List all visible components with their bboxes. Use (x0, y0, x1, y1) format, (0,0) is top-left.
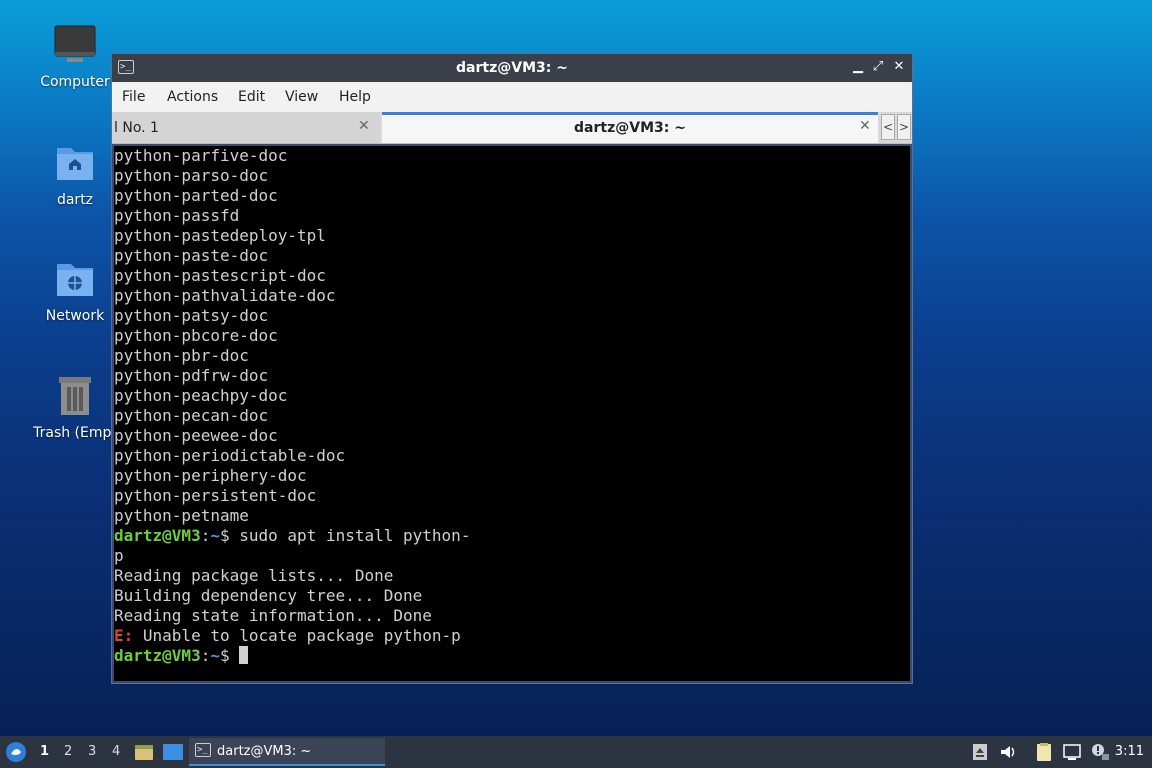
tab-label: dartz@VM3: ~ (574, 120, 686, 136)
computer-icon (51, 22, 99, 70)
terminal-line: Building dependency tree... Done (114, 586, 423, 605)
terminal-line: python-periodictable-doc (114, 446, 346, 465)
desktop-icon-label: dartz (56, 192, 94, 208)
taskbar: 1 2 3 4 >_ dartz@VM3: ~ 3:11 (0, 736, 1152, 768)
prompt-user: dartz@VM3 (114, 526, 201, 545)
app-menu-icon[interactable] (5, 741, 27, 763)
menu-help[interactable]: Help (339, 89, 371, 105)
terminal-line: python-pecan-doc (114, 406, 269, 425)
desktop-icon-label: Network (45, 308, 105, 324)
desktop-icon-label: Computer (40, 74, 110, 90)
terminal-line: python-pdfrw-doc (114, 366, 269, 385)
menu-actions[interactable]: Actions (167, 89, 218, 105)
terminal-line: python-pbr-doc (114, 346, 249, 365)
terminal-line: python-pastedeploy-tpl (114, 226, 326, 245)
terminal-line: Reading state information... Done (114, 606, 432, 625)
prompt-separator: : (200, 526, 211, 545)
tab-terminal-1[interactable]: l No. 1 ✕ (112, 112, 380, 143)
terminal-line: python-parfive-doc (114, 146, 288, 165)
terminal-line: python-periphery-doc (114, 466, 307, 485)
tab-close-icon[interactable]: ✕ (358, 118, 370, 134)
workspace-3[interactable]: 3 (88, 744, 96, 759)
terminal-line: python-pbcore-doc (114, 326, 278, 345)
network-status-icon[interactable] (1062, 742, 1082, 762)
terminal-line: python-peewee-doc (114, 426, 278, 445)
prompt-dollar: $ (219, 646, 230, 665)
prompt-path: ~ (210, 526, 220, 545)
prompt-separator: : (200, 646, 211, 665)
terminal-line: Reading package lists... Done (114, 566, 394, 585)
tab-terminal-2-active[interactable]: dartz@VM3: ~ ✕ (382, 112, 878, 143)
desktop-icon-trash[interactable]: Trash (Empt (27, 373, 123, 441)
terminal-line: python-pastescript-doc (114, 266, 326, 285)
close-button[interactable]: ✕ (891, 59, 907, 75)
menu-view[interactable]: View (285, 89, 318, 105)
eject-icon[interactable] (970, 742, 990, 762)
window-title: dartz@VM3: ~ (456, 60, 568, 76)
workspace-1[interactable]: 1 (40, 744, 49, 759)
terminal-icon: >_ (195, 743, 211, 757)
notification-icon[interactable] (1090, 742, 1110, 762)
home-folder-icon (51, 140, 99, 188)
minimize-button[interactable]: ▁ (850, 59, 866, 75)
clipboard-icon[interactable] (1034, 742, 1054, 762)
terminal-line: python-pathvalidate-doc (114, 286, 336, 305)
terminal-line: python-patsy-doc (114, 306, 269, 325)
tab-scroll-right-button[interactable]: > (897, 114, 911, 140)
error-message: Unable to locate package python-p (133, 626, 461, 645)
maximize-button[interactable]: ⤢ (870, 59, 886, 75)
desktop-icon-network[interactable]: Network (27, 256, 123, 324)
workspace-2[interactable]: 2 (64, 744, 72, 759)
tab-bar: l No. 1 ✕ dartz@VM3: ~ ✕ < > (112, 112, 912, 144)
terminal-text: python-parfive-doc python-parso-doc python… (114, 146, 910, 666)
desktop-icon-label: Trash (Empt (33, 425, 117, 441)
terminal-line: python-paste-doc (114, 246, 269, 265)
terminal-prompt-line: dartz@VM3:~$ (114, 646, 910, 666)
terminal-line: python-persistent-doc (114, 486, 317, 505)
prompt-dollar: $ (219, 526, 230, 545)
show-desktop-icon[interactable] (162, 742, 184, 762)
terminal-error-line: E: Unable to locate package python-p (114, 626, 910, 646)
taskbar-window-label: dartz@VM3: ~ (217, 744, 312, 759)
terminal-command-line: dartz@VM3:~$ sudo apt install python- (114, 526, 910, 546)
taskbar-window-terminal[interactable]: >_ dartz@VM3: ~ (189, 738, 385, 766)
tab-label: l No. 1 (114, 120, 159, 136)
window-titlebar[interactable]: >_ dartz@VM3: ~ ▁ ⤢ ✕ (112, 54, 912, 82)
menu-edit[interactable]: Edit (238, 89, 265, 105)
terminal-line: python-parted-doc (114, 186, 278, 205)
terminal-cursor (239, 646, 249, 664)
terminal-command: sudo apt install python- (229, 526, 471, 545)
terminal-line: python-passfd (114, 206, 240, 225)
error-tag: E: (114, 626, 134, 645)
terminal-line: python-parso-doc (114, 166, 269, 185)
desktop-icon-home[interactable]: dartz (27, 140, 123, 208)
network-folder-icon (51, 256, 99, 304)
trash-icon (51, 373, 99, 421)
terminal-output[interactable]: python-parfive-doc python-parso-doc python… (114, 146, 910, 681)
prompt-user: dartz@VM3 (114, 646, 201, 665)
desktop-icon-computer[interactable]: Computer (27, 22, 123, 90)
volume-icon[interactable] (998, 742, 1018, 762)
terminal-line: python-petname (114, 506, 249, 525)
tab-scroll-left-button[interactable]: < (881, 114, 895, 140)
prompt-path: ~ (210, 646, 220, 665)
menu-file[interactable]: File (122, 89, 145, 105)
tab-close-icon[interactable]: ✕ (859, 118, 871, 134)
terminal-line: python-peachpy-doc (114, 386, 288, 405)
clock[interactable]: 3:11 (1115, 744, 1144, 759)
menu-bar: File Actions Edit View Help (112, 82, 912, 112)
terminal-line: p (114, 546, 124, 565)
terminal-window: >_ dartz@VM3: ~ ▁ ⤢ ✕ File Actions Edit … (111, 53, 913, 684)
file-manager-icon[interactable] (134, 742, 154, 762)
workspace-4[interactable]: 4 (112, 744, 120, 759)
